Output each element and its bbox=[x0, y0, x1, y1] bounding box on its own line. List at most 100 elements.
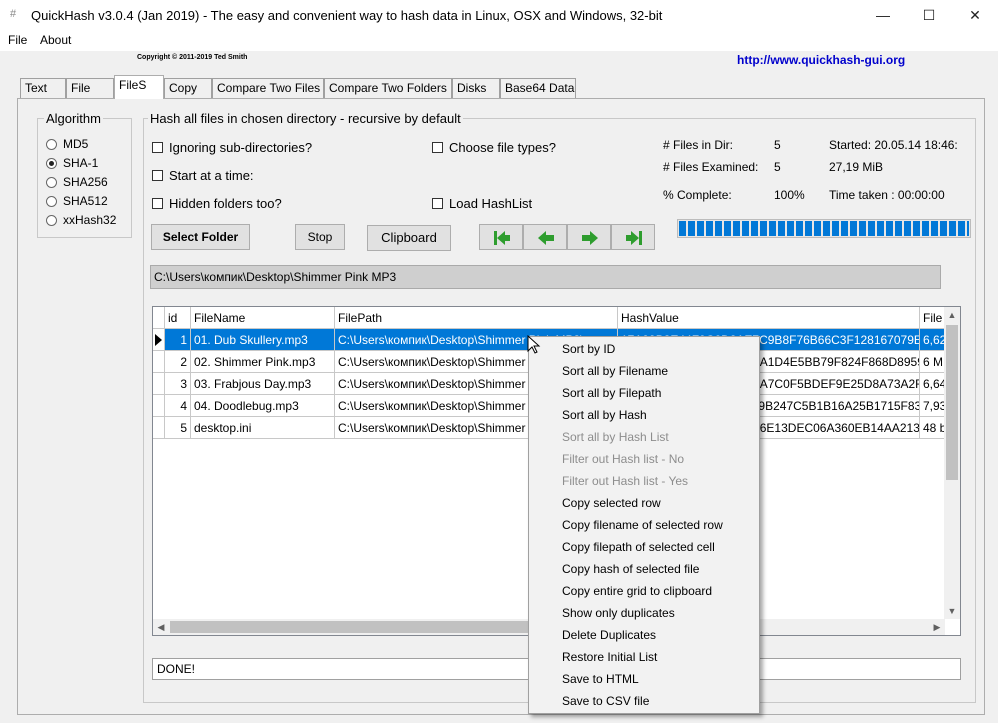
tab-text[interactable]: Text bbox=[20, 78, 66, 98]
row-indicator bbox=[153, 395, 165, 417]
first-button[interactable] bbox=[479, 224, 523, 250]
close-button[interactable]: ✕ bbox=[952, 0, 998, 31]
radio-sha256[interactable] bbox=[46, 177, 57, 188]
cell-id[interactable]: 1 bbox=[165, 329, 191, 351]
context-menu: Sort by ID Sort all by Filename Sort all b… bbox=[528, 336, 760, 714]
select-folder-button[interactable]: Select Folder bbox=[151, 224, 250, 250]
selected-path: C:\Users\компик\Desktop\Shimmer Pink MP3 bbox=[150, 265, 941, 289]
time-taken: Time taken : 00:00:00 bbox=[829, 188, 945, 202]
row-indicator-icon bbox=[153, 329, 165, 351]
progress-fill bbox=[679, 221, 969, 236]
load-hashlist-checkbox[interactable] bbox=[432, 198, 443, 209]
algorithm-legend: Algorithm bbox=[44, 111, 103, 126]
menu-file[interactable]: File bbox=[8, 33, 27, 47]
context-menu-item[interactable]: Copy hash of selected file bbox=[562, 558, 699, 580]
cell-filename[interactable]: 03. Frabjous Day.mp3 bbox=[191, 373, 335, 395]
total-size: 27,19 MiB bbox=[829, 160, 884, 174]
cell-filename[interactable]: 02. Shimmer Pink.mp3 bbox=[191, 351, 335, 373]
radio-sha1-label: SHA-1 bbox=[63, 156, 99, 170]
cell-filename[interactable]: desktop.ini bbox=[191, 417, 335, 439]
tab-copy[interactable]: Copy bbox=[164, 78, 212, 98]
row-indicator bbox=[153, 373, 165, 395]
context-menu-item[interactable]: Copy selected row bbox=[562, 492, 661, 514]
context-menu-item[interactable]: Copy filepath of selected cell bbox=[562, 536, 715, 558]
horizontal-scroll-thumb[interactable] bbox=[170, 621, 530, 633]
last-button[interactable] bbox=[611, 224, 655, 250]
ignore-subdirs-label: Ignoring sub-directories? bbox=[169, 140, 313, 155]
context-menu-item[interactable]: Delete Duplicates bbox=[562, 624, 656, 646]
hidden-folders-label: Hidden folders too? bbox=[169, 196, 282, 211]
tab-file[interactable]: File bbox=[66, 78, 114, 98]
radio-sha1[interactable] bbox=[46, 158, 57, 169]
radio-md5[interactable] bbox=[46, 139, 57, 150]
menu-bar bbox=[0, 31, 998, 51]
file-types-label: Choose file types? bbox=[449, 140, 556, 155]
clipboard-button[interactable]: Clipboard bbox=[367, 225, 451, 251]
cell-filename[interactable]: 01. Dub Skullery.mp3 bbox=[191, 329, 335, 351]
hidden-folders-checkbox[interactable] bbox=[152, 198, 163, 209]
grid-header-filename[interactable]: FileName bbox=[191, 307, 335, 329]
context-menu-item[interactable]: Sort all by Hash bbox=[562, 404, 647, 426]
context-menu-item[interactable]: Sort all by Filepath bbox=[562, 382, 661, 404]
grid-header-filepath[interactable]: FilePath bbox=[335, 307, 618, 329]
website-link[interactable]: http://www.quickhash-gui.org bbox=[737, 53, 905, 67]
context-menu-item[interactable]: Save to CSV file bbox=[562, 690, 649, 712]
start-at-time-checkbox[interactable] bbox=[152, 170, 163, 181]
context-menu-item[interactable]: Sort by ID bbox=[562, 338, 615, 360]
cell-filename[interactable]: 04. Doodlebug.mp3 bbox=[191, 395, 335, 417]
vertical-scrollbar[interactable]: ▲ ▼ bbox=[944, 307, 960, 619]
cell-id[interactable]: 4 bbox=[165, 395, 191, 417]
app-icon: # bbox=[10, 8, 17, 20]
tab-files[interactable]: FileS bbox=[114, 75, 164, 99]
radio-md5-label: MD5 bbox=[63, 137, 89, 151]
prev-icon bbox=[538, 231, 554, 245]
tab-compare-two-folders[interactable]: Compare Two Folders bbox=[324, 78, 452, 98]
menu-about[interactable]: About bbox=[40, 33, 71, 47]
hash-directory-legend: Hash all files in chosen directory - rec… bbox=[148, 111, 463, 126]
load-hashlist-label: Load HashList bbox=[449, 196, 533, 211]
tab-compare-two-files[interactable]: Compare Two Files bbox=[212, 78, 324, 98]
context-menu-item[interactable]: Sort all by Filename bbox=[562, 360, 668, 382]
cell-id[interactable]: 2 bbox=[165, 351, 191, 373]
context-menu-item: Filter out Hash list - No bbox=[562, 452, 685, 466]
scroll-down-icon[interactable]: ▼ bbox=[944, 603, 960, 619]
files-examined-label: # Files Examined: bbox=[663, 160, 759, 174]
previous-button[interactable] bbox=[523, 224, 567, 250]
next-button[interactable] bbox=[567, 224, 611, 250]
percent-complete-label: % Complete: bbox=[663, 188, 732, 202]
vertical-scroll-thumb[interactable] bbox=[946, 325, 958, 480]
context-menu-item[interactable]: Copy filename of selected row bbox=[562, 514, 723, 536]
context-menu-item: Sort all by Hash List bbox=[562, 430, 669, 444]
radio-sha512[interactable] bbox=[46, 196, 57, 207]
window-title: QuickHash v3.0.4 (Jan 2019) - The easy a… bbox=[31, 8, 663, 23]
stop-button[interactable]: Stop bbox=[295, 224, 345, 250]
cell-id[interactable]: 5 bbox=[165, 417, 191, 439]
scroll-left-icon[interactable]: ◀ bbox=[153, 619, 169, 635]
minimize-button[interactable]: — bbox=[860, 0, 906, 31]
mouse-cursor-icon bbox=[527, 335, 541, 354]
started-time: Started: 20.05.14 18:46: bbox=[829, 138, 958, 152]
grid-header-hashvalue[interactable]: HashValue bbox=[618, 307, 920, 329]
tab-disks[interactable]: Disks bbox=[452, 78, 500, 98]
start-at-time-label: Start at a time: bbox=[169, 168, 254, 183]
files-in-dir-value: 5 bbox=[774, 138, 781, 152]
context-menu-item[interactable]: Save to HTML bbox=[562, 668, 639, 690]
first-icon bbox=[494, 231, 510, 245]
percent-complete-value: 100% bbox=[774, 188, 805, 202]
context-menu-item[interactable]: Copy entire grid to clipboard bbox=[562, 580, 712, 602]
cell-id[interactable]: 3 bbox=[165, 373, 191, 395]
grid-header-indicator bbox=[153, 307, 165, 329]
tab-base64-data[interactable]: Base64 Data bbox=[500, 78, 576, 98]
scroll-up-icon[interactable]: ▲ bbox=[944, 307, 960, 323]
row-indicator bbox=[153, 351, 165, 373]
radio-xxhash32[interactable] bbox=[46, 215, 57, 226]
file-types-checkbox[interactable] bbox=[432, 142, 443, 153]
ignore-subdirs-checkbox[interactable] bbox=[152, 142, 163, 153]
progress-bar bbox=[677, 219, 971, 238]
scroll-right-icon[interactable]: ▶ bbox=[929, 619, 945, 635]
context-menu-item[interactable]: Show only duplicates bbox=[562, 602, 675, 624]
maximize-button[interactable]: ☐ bbox=[906, 0, 952, 31]
radio-sha512-label: SHA512 bbox=[63, 194, 108, 208]
grid-header-id[interactable]: id bbox=[165, 307, 191, 329]
context-menu-item[interactable]: Restore Initial List bbox=[562, 646, 657, 668]
